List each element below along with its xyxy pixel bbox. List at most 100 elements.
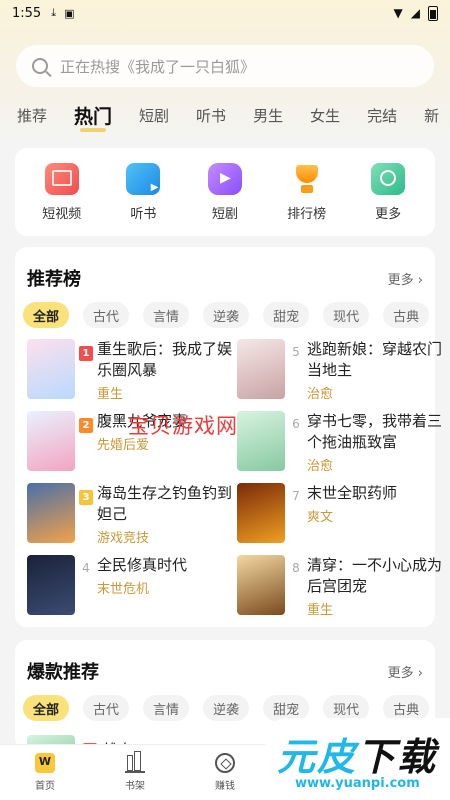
site-logo-watermark: 元皮下载 www.yuanpi.com (265, 718, 450, 800)
book-item[interactable]: 8 清穿：一不小心成为后宫团宠 重生 (237, 555, 442, 619)
chip-all[interactable]: 全部 (23, 695, 70, 721)
search-icon (32, 58, 48, 74)
book-title: 逃跑新娘：穿越农门当地主 (307, 340, 443, 379)
search-input[interactable]: 正在热搜《我成了一只白狐》 (16, 45, 434, 87)
book-cover (237, 483, 285, 543)
tab-audiobook[interactable]: 听书 (196, 105, 226, 126)
book-tag: 治愈 (307, 459, 334, 474)
book-tag: 爽文 (307, 510, 334, 525)
trophy-icon (290, 163, 324, 195)
quick-audiobook[interactable]: 听书 (108, 162, 178, 222)
rank-number: 8 (292, 561, 300, 575)
book-cover (237, 555, 285, 615)
book-cover (237, 411, 285, 471)
quick-label: 排行榜 (287, 206, 327, 222)
book-tag: 治愈 (307, 387, 334, 402)
logo-text: 元皮下载 (277, 735, 438, 779)
chip-classical[interactable]: 古典 (383, 302, 430, 328)
audiobook-icon (126, 162, 161, 195)
notification-icon: ▣ (64, 6, 75, 20)
tab-female[interactable]: 女生 (310, 105, 340, 126)
chip-counterattack[interactable]: 逆袭 (203, 302, 250, 328)
quick-short-video[interactable]: 短视频 (27, 162, 97, 222)
book-title: 末世全职药师 (307, 484, 398, 502)
book-cover (27, 555, 75, 615)
nav-label: 首页 (35, 781, 55, 792)
genre-chips: 全部 古代 言情 逆袭 甜宠 现代 古典 (23, 302, 435, 328)
status-time: 1:55 (12, 5, 42, 21)
tab-finished[interactable]: 完结 (367, 105, 397, 126)
quick-label: 短视频 (42, 206, 82, 222)
quick-ranking[interactable]: 排行榜 (272, 163, 342, 222)
quick-label: 短剧 (211, 206, 238, 222)
book-title: 全民修真时代 (97, 556, 188, 574)
chip-ancient[interactable]: 古代 (83, 695, 130, 721)
quick-label: 听书 (130, 206, 157, 222)
nav-earn[interactable]: 赚钱 (180, 745, 270, 800)
chip-romance[interactable]: 言情 (143, 695, 190, 721)
book-item[interactable]: 5 逃跑新娘：穿越农门当地主 治愈 (237, 339, 442, 403)
book-item[interactable]: 7 末世全职药师 爽文 (237, 483, 442, 547)
tab-new[interactable]: 新 (424, 105, 439, 126)
search-placeholder: 正在热搜《我成了一只白狐》 (60, 57, 256, 76)
nav-home[interactable]: 首页 (0, 745, 90, 800)
nav-label: 赚钱 (215, 781, 235, 792)
more-link[interactable]: 更多 › (388, 662, 423, 681)
book-cover (27, 483, 75, 543)
book-title: 穿书七零，我带着三个拖油瓶致富 (307, 412, 443, 451)
book-title: 清穿：一不小心成为后宫团宠 (307, 556, 443, 595)
rank-badge: 1 (75, 339, 97, 403)
home-icon (35, 753, 55, 773)
nav-bookshelf[interactable]: 书架 (90, 745, 180, 800)
chevron-right-icon: › (417, 666, 423, 681)
signal-icon: ◢ (410, 6, 420, 20)
quick-short-drama[interactable]: 短剧 (190, 162, 260, 222)
play-icon (207, 162, 242, 195)
chip-romance[interactable]: 言情 (143, 302, 190, 328)
download-icon: ⤓ (51, 6, 57, 19)
tab-male[interactable]: 男生 (253, 105, 283, 126)
book-item[interactable]: 1 重生歌后：我成了娱乐圈风暴 重生 (27, 339, 232, 403)
rank-number: 6 (292, 417, 300, 431)
rank-number: 4 (82, 561, 90, 575)
quick-more[interactable]: 更多 (353, 162, 423, 222)
book-tag: 重生 (97, 387, 124, 402)
chip-sweet[interactable]: 甜宠 (263, 302, 310, 328)
category-tabs: 推荐 热门 短剧 听书 男生 女生 完结 新 (0, 98, 450, 132)
book-item[interactable]: 6 穿书七零，我带着三个拖油瓶致富 治愈 (237, 411, 442, 475)
quick-label: 更多 (375, 206, 402, 222)
rank-number: 7 (292, 489, 300, 503)
book-tag: 末世危机 (97, 582, 150, 597)
book-cover (237, 339, 285, 399)
wifi-icon: ▼ (393, 6, 403, 20)
chip-modern[interactable]: 现代 (323, 302, 370, 328)
more-label: 更多 (387, 273, 414, 288)
section-title: 推荐榜 (27, 269, 81, 290)
chip-ancient[interactable]: 古代 (83, 302, 130, 328)
book-tag: 游戏竞技 (97, 531, 150, 546)
tab-recommend[interactable]: 推荐 (17, 105, 47, 126)
watermark-text: 宝贝游戏网 (128, 414, 238, 438)
more-search-icon (371, 162, 406, 195)
book-title: 重生歌后：我成了娱乐圈风暴 (97, 340, 233, 379)
nav-label: 书架 (125, 781, 145, 792)
more-label: 更多 (387, 666, 414, 681)
status-bar: 1:55 ⤓ ▣ ▼ ◢ (0, 0, 450, 26)
bookshelf-icon (125, 751, 145, 773)
chip-all[interactable]: 全部 (23, 302, 70, 328)
book-item[interactable]: 4 全民修真时代 末世危机 (27, 555, 232, 619)
battery-icon (428, 5, 438, 21)
chip-counterattack[interactable]: 逆袭 (203, 695, 250, 721)
book-tag: 重生 (307, 603, 334, 618)
rank-number: 5 (292, 345, 300, 359)
short-video-icon (44, 162, 79, 195)
chevron-right-icon: › (417, 273, 423, 288)
book-item[interactable]: 3 海岛生存之钓鱼钓到妲己 游戏竞技 (27, 483, 232, 547)
quick-links: 短视频 听书 短剧 排行榜 更多 (15, 148, 435, 236)
tab-short-drama[interactable]: 短剧 (139, 105, 169, 126)
book-cover (27, 339, 75, 399)
book-title: 海岛生存之钓鱼钓到妲己 (97, 484, 233, 523)
logo-url: www.yuanpi.com (295, 776, 420, 791)
tab-hot[interactable]: 热门 (74, 102, 112, 132)
more-link[interactable]: 更多 › (388, 269, 423, 288)
